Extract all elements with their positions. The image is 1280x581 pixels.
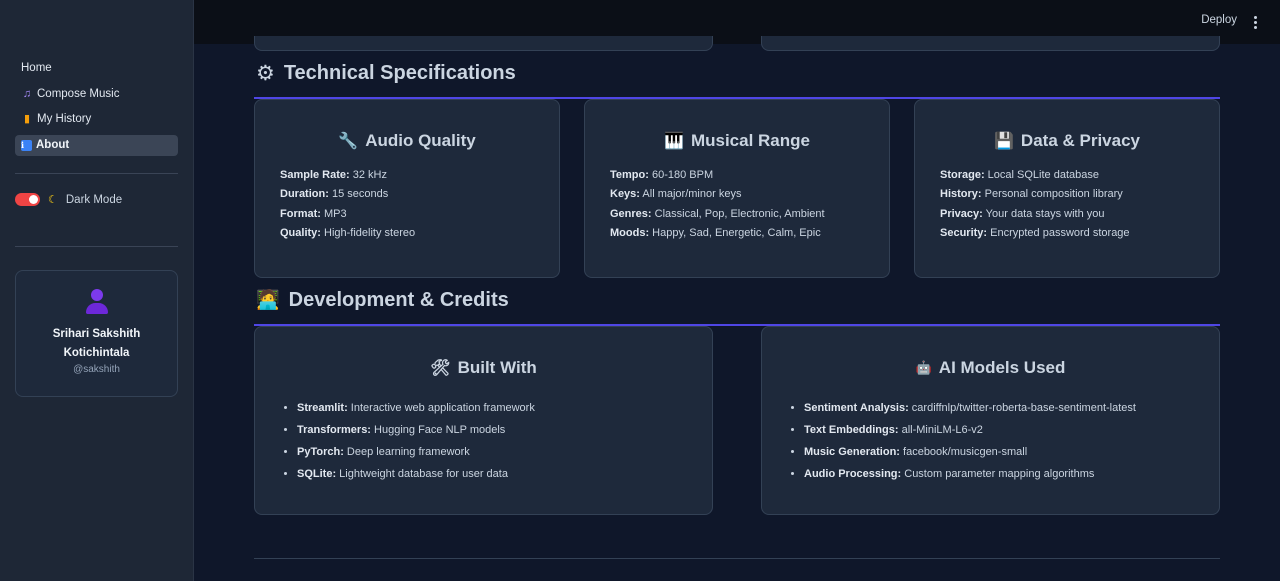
profile-handle: @sakshith <box>73 364 120 375</box>
card-title: 💾 Data & Privacy <box>915 131 1219 151</box>
floppy-disk-icon: 💾 <box>994 133 1014 150</box>
profile-card: Srihari Sakshith Kotichintala @sakshith <box>15 270 178 397</box>
list-item: Sentiment Analysis: cardiffnlp/twitter-r… <box>804 397 1219 419</box>
dark-mode-toggle[interactable] <box>15 193 40 206</box>
info-icon: i <box>21 139 32 151</box>
card-title-text: Data & Privacy <box>1020 131 1140 150</box>
moon-icon: ☾ <box>48 194 58 206</box>
sidebar-item-my-history[interactable]: ▮ My History <box>15 109 178 130</box>
spec-row: Duration: 15 seconds <box>280 188 389 201</box>
wrench-icon: 🔧 <box>338 133 359 150</box>
card-title: 🛠 Built With <box>255 358 712 378</box>
card-built-with: 🛠 Built With Streamlit: Interactive web … <box>254 326 713 515</box>
previous-card <box>761 36 1220 51</box>
sidebar-item-about[interactable]: i About <box>15 134 178 156</box>
card-title-text: Audio Quality <box>365 131 476 150</box>
card-title-text: Built With <box>457 358 537 377</box>
card-title: 🤖 AI Models Used <box>762 358 1219 378</box>
spec-row: Keys: All major/minor keys <box>610 188 742 201</box>
previous-card <box>254 36 713 51</box>
sidebar-item-label: My History <box>37 113 92 125</box>
profile-name: Srihari Sakshith Kotichintala <box>52 328 141 359</box>
list-item: SQLite: Lightweight database for user da… <box>297 463 712 485</box>
sidebar-divider <box>15 246 178 247</box>
sidebar: Home ♫ Compose Music ▮ My History i Abou… <box>0 0 194 581</box>
gear-icon: ⚙ <box>256 62 275 85</box>
card-data-privacy: 💾 Data & Privacy Storage: Local SQLite d… <box>914 99 1220 278</box>
list-item: PyTorch: Deep learning framework <box>297 441 712 463</box>
tools-icon: 🛠 <box>430 360 451 377</box>
user-avatar-icon <box>85 289 108 315</box>
list-item: Audio Processing: Custom parameter mappi… <box>804 463 1219 485</box>
card-musical-range: 🎹 Musical Range Tempo: 60-180 BPM Keys: … <box>584 99 890 278</box>
section-title-text: Technical Specifications <box>283 62 516 84</box>
spec-row: Quality: High-fidelity stereo <box>280 227 416 240</box>
spec-row: Format: MP3 <box>280 207 347 220</box>
spec-row: Sample Rate: 32 kHz <box>280 169 387 181</box>
section-title-text: Development & Credits <box>288 288 509 311</box>
sidebar-nav: Home ♫ Compose Music ▮ My History i Abou… <box>15 58 178 160</box>
list-item: Text Embeddings: all-MiniLM-L6-v2 <box>804 419 1219 441</box>
spec-row: Privacy: Your data stays with you <box>940 207 1105 220</box>
sidebar-item-home[interactable]: Home <box>15 58 178 79</box>
books-icon: ▮ <box>23 113 31 125</box>
spec-row: History: Personal composition library <box>940 188 1123 201</box>
technologist-icon: 🧑‍💻 <box>256 290 280 311</box>
sidebar-item-label: Home <box>21 62 52 74</box>
sidebar-item-label: Compose Music <box>37 87 120 100</box>
card-ai-models: 🤖 AI Models Used Sentiment Analysis: car… <box>761 326 1220 515</box>
list-item: Streamlit: Interactive web application f… <box>297 397 712 419</box>
spec-row: Security: Encrypted password storage <box>940 227 1130 240</box>
spec-row: Storage: Local SQLite database <box>940 169 1099 181</box>
section-title-development: 🧑‍💻 Development & Credits <box>256 288 509 312</box>
spec-row: Moods: Happy, Sad, Energetic, Calm, Epic <box>610 227 821 240</box>
piano-icon: 🎹 <box>664 133 684 150</box>
section-title-technical: ⚙ Technical Specifications <box>256 61 516 86</box>
bottom-divider <box>254 558 1220 559</box>
card-title: 🎹 Musical Range <box>585 131 889 151</box>
card-audio-quality: 🔧 Audio Quality Sample Rate: 32 kHz Dura… <box>254 99 560 278</box>
music-note-icon: ♫ <box>22 87 32 100</box>
dark-mode-row: ☾ Dark Mode <box>15 193 122 206</box>
card-title: 🔧 Audio Quality <box>255 131 559 151</box>
sidebar-item-compose-music[interactable]: ♫ Compose Music <box>15 84 178 105</box>
spec-row: Genres: Classical, Pop, Electronic, Ambi… <box>610 207 825 220</box>
card-title-text: Musical Range <box>690 131 810 150</box>
list-item: Transformers: Hugging Face NLP models <box>297 419 712 441</box>
list-item: Music Generation: facebook/musicgen-smal… <box>804 441 1219 463</box>
dark-mode-label: Dark Mode <box>65 193 123 206</box>
spec-row: Tempo: 60-180 BPM <box>610 169 714 181</box>
sidebar-item-label: About <box>36 138 70 151</box>
card-title-text: AI Models Used <box>938 358 1066 377</box>
sidebar-divider <box>15 173 178 174</box>
deploy-button[interactable]: Deploy <box>1201 14 1237 26</box>
more-menu-icon[interactable] <box>1250 14 1260 29</box>
robot-icon: 🤖 <box>915 360 932 375</box>
